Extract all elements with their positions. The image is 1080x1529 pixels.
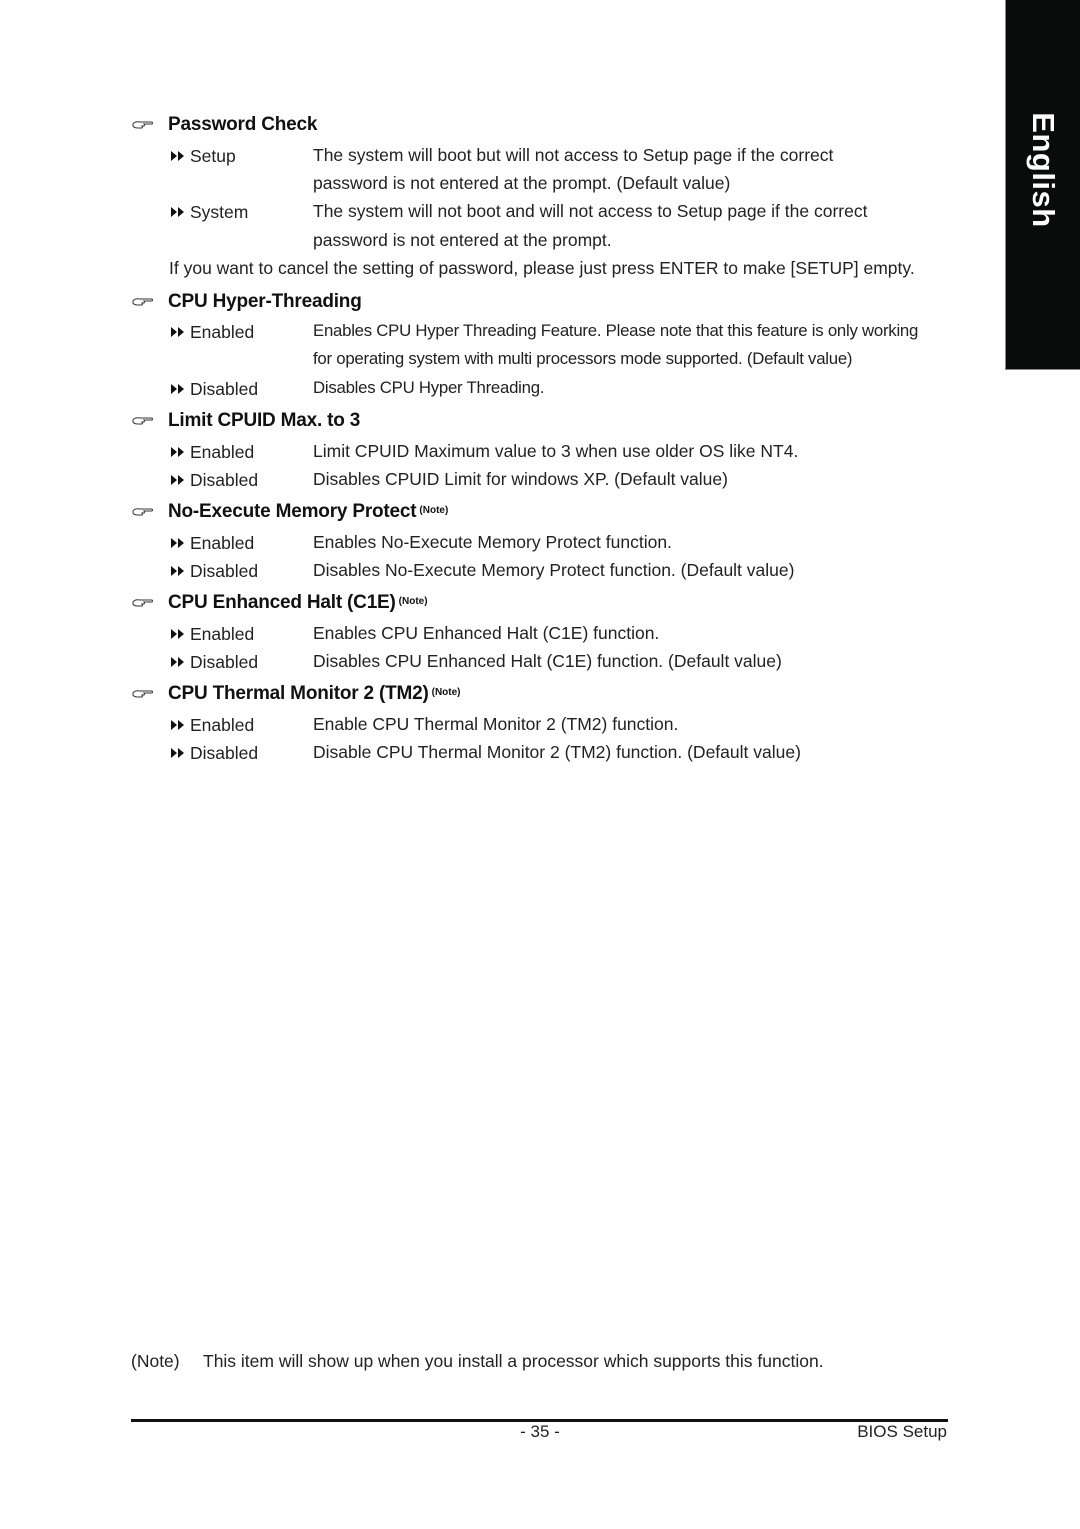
option-description: Enables CPU Hyper Threading Feature. Ple… [313,321,919,340]
language-tab-label: English [1026,112,1061,228]
double-arrow-icon [170,447,188,457]
section-heading-cpu-enhanced-halt: CPU Enhanced Halt (C1E) (Note) [132,589,428,617]
pointing-hand-icon [132,119,162,131]
page-number-text: - 35 - [520,1422,560,1441]
option-label: Disabled [190,470,259,490]
section-heading-no-execute-memory-protect: No-Execute Memory Protect (Note) [132,498,448,526]
option-system: System [170,197,248,225]
option-description: Enables No-Execute Memory Protect functi… [313,532,672,552]
section-heading-limit-cpuid: Limit CPUID Max. to 3 [132,407,360,435]
double-arrow-icon [170,151,188,161]
note-superscript: (Note) [398,595,428,607]
password-cancel-hint: If you want to cancel the setting of pas… [169,258,915,278]
language-tab: English [1005,0,1080,370]
double-arrow-icon [170,384,188,394]
double-arrow-icon [170,538,188,548]
section-title: No-Execute Memory Protect [168,501,417,522]
double-arrow-icon [170,475,188,485]
footnote-text: This item will show up when you install … [203,1351,824,1371]
section-title: CPU Enhanced Halt (C1E) [168,592,396,613]
double-arrow-icon [170,748,188,758]
option-description: password is not entered at the prompt. (… [313,173,731,193]
option-disabled: Disabled [170,374,258,402]
option-label: System [190,202,249,222]
option-description: for operating system with multi processo… [313,349,853,368]
double-arrow-icon [170,327,188,337]
section-heading-cpu-thermal-monitor-2: CPU Thermal Monitor 2 (TM2) (Note) [132,680,461,708]
footnote-label: (Note) [131,1351,180,1371]
option-description: Disables CPU Hyper Threading. [313,378,545,397]
option-label: Disabled [190,743,259,763]
option-description: Disables CPUID Limit for windows XP. (De… [313,469,728,489]
option-disabled: Disabled [170,465,258,493]
double-arrow-icon [170,720,188,730]
double-arrow-icon [170,207,188,217]
option-disabled: Disabled [170,647,258,675]
option-enabled: Enabled [170,528,254,556]
section-title: CPU Thermal Monitor 2 (TM2) [168,683,429,704]
option-disabled: Disabled [170,738,258,766]
option-label: Disabled [190,561,259,581]
note-superscript: (Note) [419,504,449,516]
option-label: Enabled [190,624,255,644]
option-label: Disabled [190,379,259,399]
option-description: The system will boot but will not access… [313,145,834,165]
section-heading-cpu-hyper-threading: CPU Hyper-Threading [132,288,362,316]
note-superscript: (Note) [431,686,461,698]
option-enabled: Enabled [170,317,254,345]
section-title: CPU Hyper-Threading [168,291,362,312]
option-enabled: Enabled [170,619,254,647]
option-description: Enable CPU Thermal Monitor 2 (TM2) funct… [313,714,679,734]
pointing-hand-icon [132,506,162,518]
option-description: Enables CPU Enhanced Halt (C1E) function… [313,623,660,643]
option-enabled: Enabled [170,710,254,738]
double-arrow-icon [170,657,188,667]
pointing-hand-icon [132,296,162,308]
option-label: Enabled [190,442,255,462]
section-heading-password-check: Password Check [132,111,317,139]
option-disabled: Disabled [170,556,258,584]
option-label: Enabled [190,715,255,735]
option-description: Disables CPU Enhanced Halt (C1E) functio… [313,651,782,671]
option-description: Limit CPUID Maximum value to 3 when use … [313,441,799,461]
footer-title: BIOS Setup [857,1422,947,1441]
option-description: password is not entered at the prompt. [313,230,612,250]
option-description: Disables No-Execute Memory Protect funct… [313,560,795,580]
footnote: (Note) This item will show up when you in… [131,1347,824,1375]
double-arrow-icon [170,566,188,576]
option-enabled: Enabled [170,437,254,465]
option-label: Setup [190,146,236,166]
pointing-hand-icon [132,415,162,427]
pointing-hand-icon [132,597,162,609]
option-label: Enabled [190,322,255,342]
option-label: Enabled [190,533,255,553]
section-title: Password Check [168,114,318,135]
section-title: Limit CPUID Max. to 3 [168,410,361,431]
double-arrow-icon [170,629,188,639]
option-description: Disable CPU Thermal Monitor 2 (TM2) func… [313,742,801,762]
option-description: The system will not boot and will not ac… [313,201,868,221]
pointing-hand-icon [132,688,162,700]
option-label: Disabled [190,652,259,672]
option-setup: Setup [170,141,236,169]
